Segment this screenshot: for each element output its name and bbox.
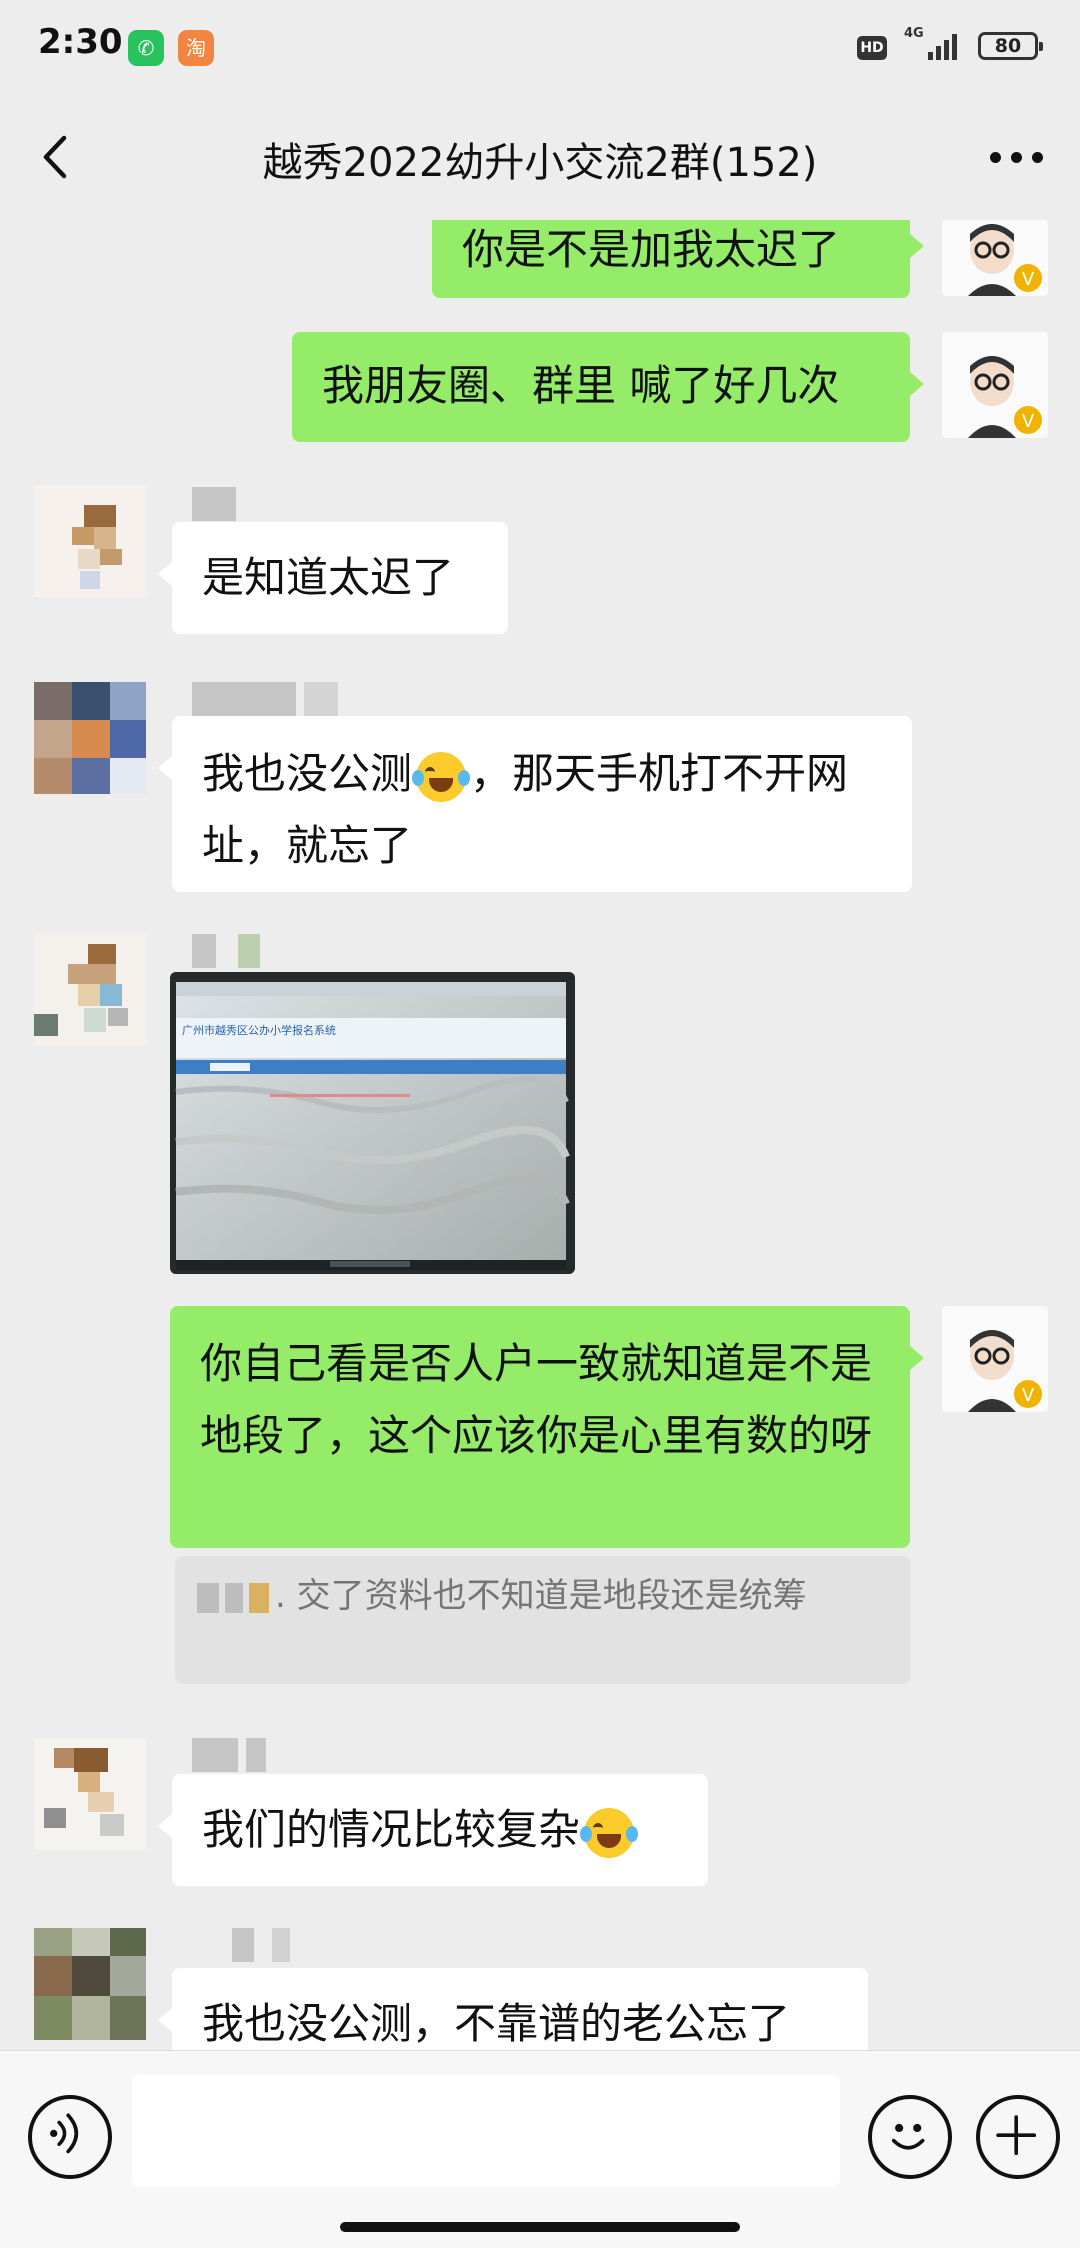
chat-title: 越秀2022幼升小交流2群(152) [262, 140, 818, 186]
status-time: 2:30 [38, 22, 123, 62]
message-text: 是知道太迟了 [202, 553, 455, 602]
battery-icon: 80 [978, 32, 1043, 60]
member-nickname [192, 1928, 312, 1962]
chat-header: 越秀2022幼升小交流2群(152) [0, 96, 1080, 220]
home-indicator[interactable] [340, 2222, 740, 2232]
message-text: 你是不是加我太迟了 [462, 225, 841, 274]
crying-laughing-emoji [580, 1807, 639, 1858]
member-avatar[interactable] [34, 1928, 146, 2040]
message-text: 我朋友圈、群里 喊了好几次 [322, 361, 840, 410]
quote-author-blurred [249, 1582, 269, 1613]
message-bubble-incoming[interactable]: 我也没公测，不靠谱的老公忘了 [158, 1968, 868, 2050]
message-bubble-outgoing[interactable]: 你是不是加我太迟了 [432, 220, 924, 298]
avatar-pixelated-icon [34, 682, 146, 794]
quoted-message[interactable]: . 交了资料也不知道是地段还是统筹 [175, 1556, 910, 1684]
my-avatar[interactable]: V [942, 220, 1048, 296]
member-nickname [192, 487, 242, 521]
shared-photo[interactable]: 广州市越秀区公办小学报名系统 [170, 972, 575, 1274]
back-arrow-icon[interactable] [36, 132, 76, 182]
avatar-icon: V [968, 1330, 1042, 1412]
member-nickname [192, 934, 292, 968]
message-bubble-outgoing[interactable]: 你自己看是否人户一致就知道是不是地段了，这个应该你是心里有数的呀 [170, 1306, 924, 1548]
network-type: 4G [904, 26, 924, 41]
message-bubble-incoming[interactable]: 我也没公测 ，那天手机打不开网址，就忘了 [158, 716, 912, 892]
member-nickname [192, 682, 352, 716]
message-text: 我也没公测 [202, 749, 413, 798]
screenshot-thumbnail: 广州市越秀区公办小学报名系统 [170, 972, 575, 1274]
status-bar: 2:30 ✆ 淘 HD 4G 80 [0, 0, 1080, 96]
quote-author-blurred [225, 1582, 243, 1613]
quote-text: . 交了资料也不知道是地段还是统筹 [275, 1576, 807, 1616]
message-text: 我们的情况比较复杂 [202, 1805, 581, 1854]
message-bubble-incoming[interactable]: 是知道太迟了 [158, 522, 508, 634]
signal-icon [928, 30, 964, 60]
svg-text:V: V [1022, 269, 1035, 290]
avatar-icon: V [968, 356, 1042, 438]
avatar-pixelated-icon [34, 1928, 146, 2040]
member-nickname [192, 1738, 282, 1772]
taobao-icon: 淘 [178, 30, 214, 66]
avatar-pixelated-icon [34, 485, 146, 597]
message-bubble-outgoing[interactable]: 我朋友圈、群里 喊了好几次 [292, 332, 924, 442]
plus-icon[interactable] [976, 2095, 1060, 2179]
my-avatar[interactable]: V [942, 1306, 1048, 1412]
member-avatar[interactable] [34, 682, 146, 794]
voice-icon[interactable] [28, 2095, 112, 2179]
message-bubble-incoming[interactable]: 我们的情况比较复杂 [158, 1774, 708, 1886]
wechat-icon: ✆ [128, 30, 164, 66]
photo-caption: 广州市越秀区公办小学报名系统 [182, 1023, 336, 1037]
message-list[interactable]: 你是不是加我太迟了 V 我朋友圈、群里 喊了好几次 V 是知道太迟了 我也没公测… [0, 220, 1080, 2050]
member-avatar[interactable] [34, 485, 146, 597]
emoji-icon[interactable] [868, 2095, 952, 2179]
my-avatar[interactable]: V [942, 332, 1048, 438]
avatar-icon: V [968, 224, 1042, 296]
more-dots-icon[interactable] [990, 152, 1044, 164]
member-avatar[interactable] [34, 934, 146, 1046]
member-avatar[interactable] [34, 1738, 146, 1850]
svg-text:V: V [1022, 1385, 1035, 1406]
message-text: 你自己看是否人户一致就知道是不是地段了，这个应该你是心里有数的呀 [200, 1339, 873, 1460]
chat-screen: 2:30 ✆ 淘 HD 4G 80 越秀2022幼升小交流2群(152) 你是不… [0, 0, 1080, 2248]
message-input[interactable] [132, 2075, 840, 2187]
message-input-bar [0, 2050, 1080, 2248]
tears-of-joy-emoji [412, 751, 471, 802]
avatar-pixelated-icon [34, 934, 146, 1046]
quote-author-blurred [197, 1582, 219, 1613]
hd-badge: HD [857, 36, 887, 60]
message-text: 我也没公测，不靠谱的老公忘了 [202, 1999, 791, 2048]
avatar-pixelated-icon [34, 1738, 146, 1850]
svg-text:V: V [1022, 411, 1035, 432]
